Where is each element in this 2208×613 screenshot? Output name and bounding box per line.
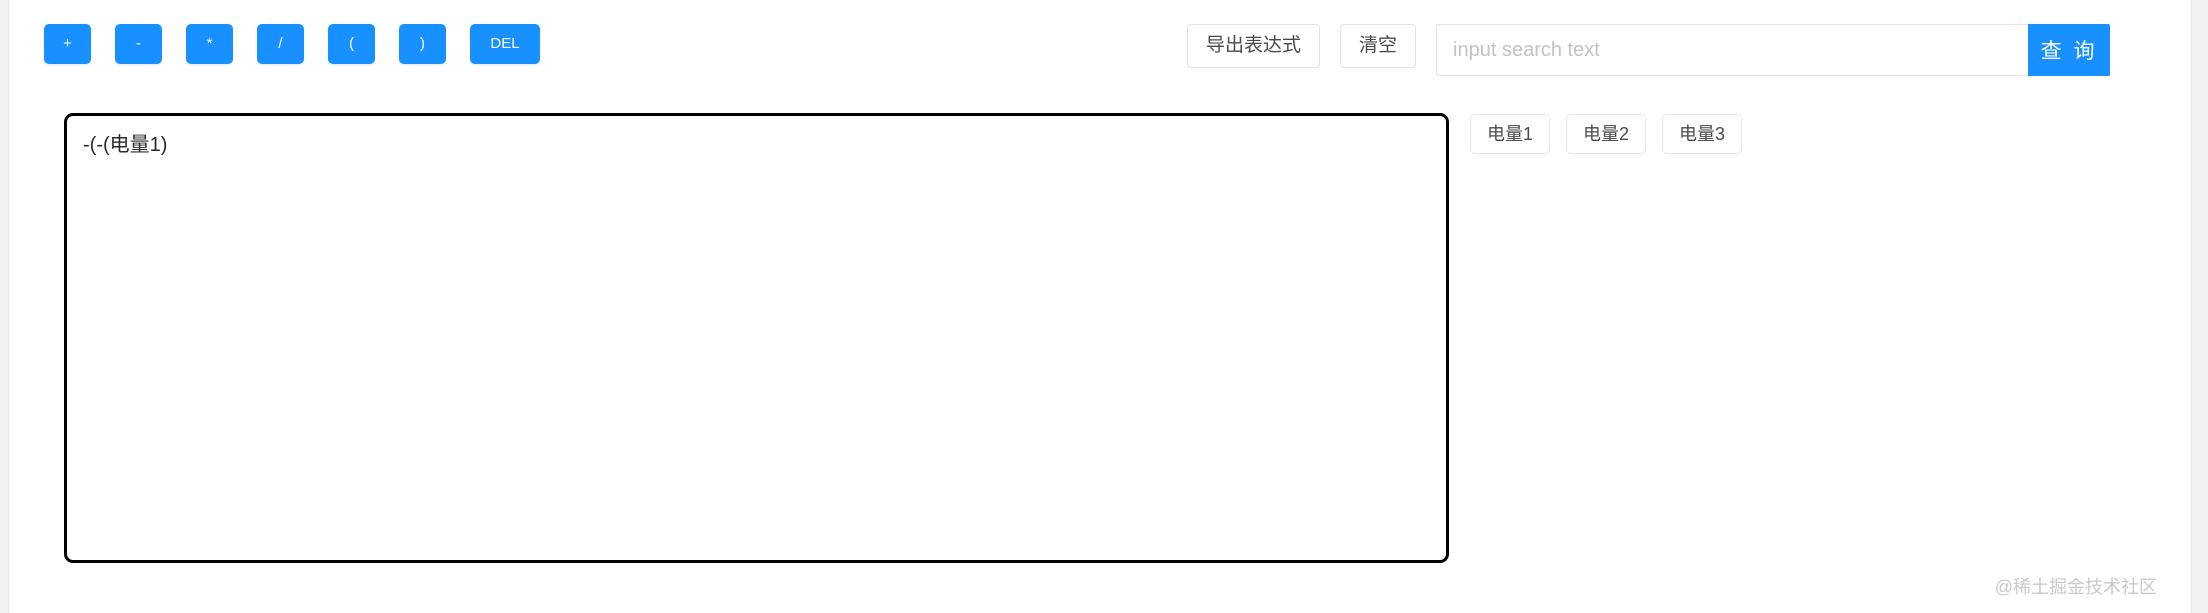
search-group: 查 询 (1436, 24, 2111, 76)
operator-toolbar: + - * / ( ) DEL (44, 24, 540, 64)
tag-list: 电量1 电量2 电量3 (1470, 114, 1743, 154)
search-input[interactable] (1436, 24, 2029, 76)
operator-button-multiply[interactable]: * (186, 24, 233, 64)
operator-button-plus[interactable]: + (44, 24, 91, 64)
watermark: @稀土掘金技术社区 (1994, 577, 2157, 597)
operator-button-paren-open[interactable]: ( (328, 24, 375, 64)
tag-chip-1[interactable]: 电量1 (1470, 114, 1551, 154)
tag-chip-3[interactable]: 电量3 (1662, 114, 1743, 154)
clear-button[interactable]: 清空 (1340, 24, 1417, 68)
search-submit-button[interactable]: 查 询 (2028, 24, 2111, 76)
expression-editor[interactable]: -(-(电量1) (64, 113, 1449, 563)
app-root: + - * / ( ) DEL 导出表达式 清空 查 询 电量1 电量2 电量3… (0, 0, 2208, 613)
tag-chip-2[interactable]: 电量2 (1566, 114, 1647, 154)
right-controls: 导出表达式 清空 查 询 (1187, 24, 2111, 76)
operator-button-delete[interactable]: DEL (470, 24, 540, 64)
content-card: + - * / ( ) DEL 导出表达式 清空 查 询 电量1 电量2 电量3… (8, 0, 2192, 613)
operator-button-divide[interactable]: / (257, 24, 304, 64)
expression-text: -(-(电量1) (83, 134, 168, 156)
operator-button-minus[interactable]: - (115, 24, 162, 64)
export-expression-button[interactable]: 导出表达式 (1187, 24, 1321, 68)
operator-button-paren-close[interactable]: ) (399, 24, 446, 64)
